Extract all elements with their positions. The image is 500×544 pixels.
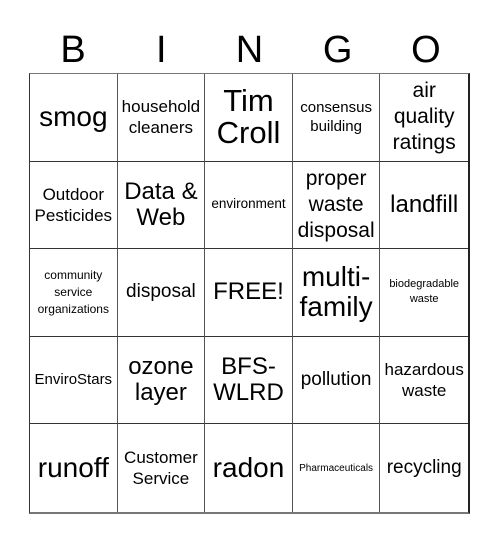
bingo-cell[interactable]: environment bbox=[205, 161, 293, 250]
bingo-cell[interactable]: Tim Croll bbox=[205, 74, 293, 162]
bingo-cell[interactable]: landfill bbox=[380, 162, 468, 250]
bingo-cell[interactable]: ozone layer bbox=[117, 336, 206, 425]
bingo-cell[interactable]: disposal bbox=[117, 249, 206, 337]
bingo-cell[interactable]: consensus building bbox=[292, 74, 381, 162]
header-letter-i: I bbox=[156, 29, 167, 71]
bingo-cell[interactable]: air quality ratings bbox=[380, 74, 468, 162]
bingo-cell[interactable]: multi-family bbox=[292, 249, 381, 337]
bingo-header: B I N G O bbox=[29, 28, 470, 72]
bingo-cell[interactable]: community service organizations bbox=[30, 249, 118, 337]
free-space-cell[interactable]: FREE! bbox=[205, 249, 293, 337]
bingo-cell[interactable]: smog bbox=[30, 74, 118, 162]
bingo-cell[interactable]: Outdoor Pesticides bbox=[30, 161, 118, 250]
bingo-cell[interactable]: runoff bbox=[30, 424, 118, 512]
header-letter-b: B bbox=[60, 29, 86, 71]
bingo-cell[interactable]: Pharmaceuticals bbox=[293, 424, 381, 512]
bingo-cell[interactable]: recycling bbox=[380, 424, 468, 512]
bingo-cell[interactable]: pollution bbox=[292, 336, 381, 425]
header-letter-o: O bbox=[411, 29, 441, 71]
bingo-cell[interactable]: radon bbox=[205, 424, 293, 512]
bingo-cell[interactable]: hazardous waste bbox=[380, 337, 468, 425]
bingo-cell[interactable]: EnviroStars bbox=[30, 336, 118, 425]
bingo-board: smog household cleaners Tim Croll consen… bbox=[29, 73, 470, 514]
header-letter-n: N bbox=[235, 29, 264, 71]
header-letter-g: G bbox=[322, 29, 353, 71]
bingo-cell[interactable]: BFS-WLRD bbox=[205, 336, 293, 425]
bingo-cell[interactable]: biodegradable waste bbox=[380, 249, 468, 337]
bingo-cell[interactable]: Data & Web bbox=[117, 161, 206, 250]
bingo-cell[interactable]: proper waste disposal bbox=[292, 161, 381, 250]
bingo-cell[interactable]: Customer Service bbox=[118, 424, 206, 512]
bingo-cell[interactable]: household cleaners bbox=[117, 74, 206, 162]
